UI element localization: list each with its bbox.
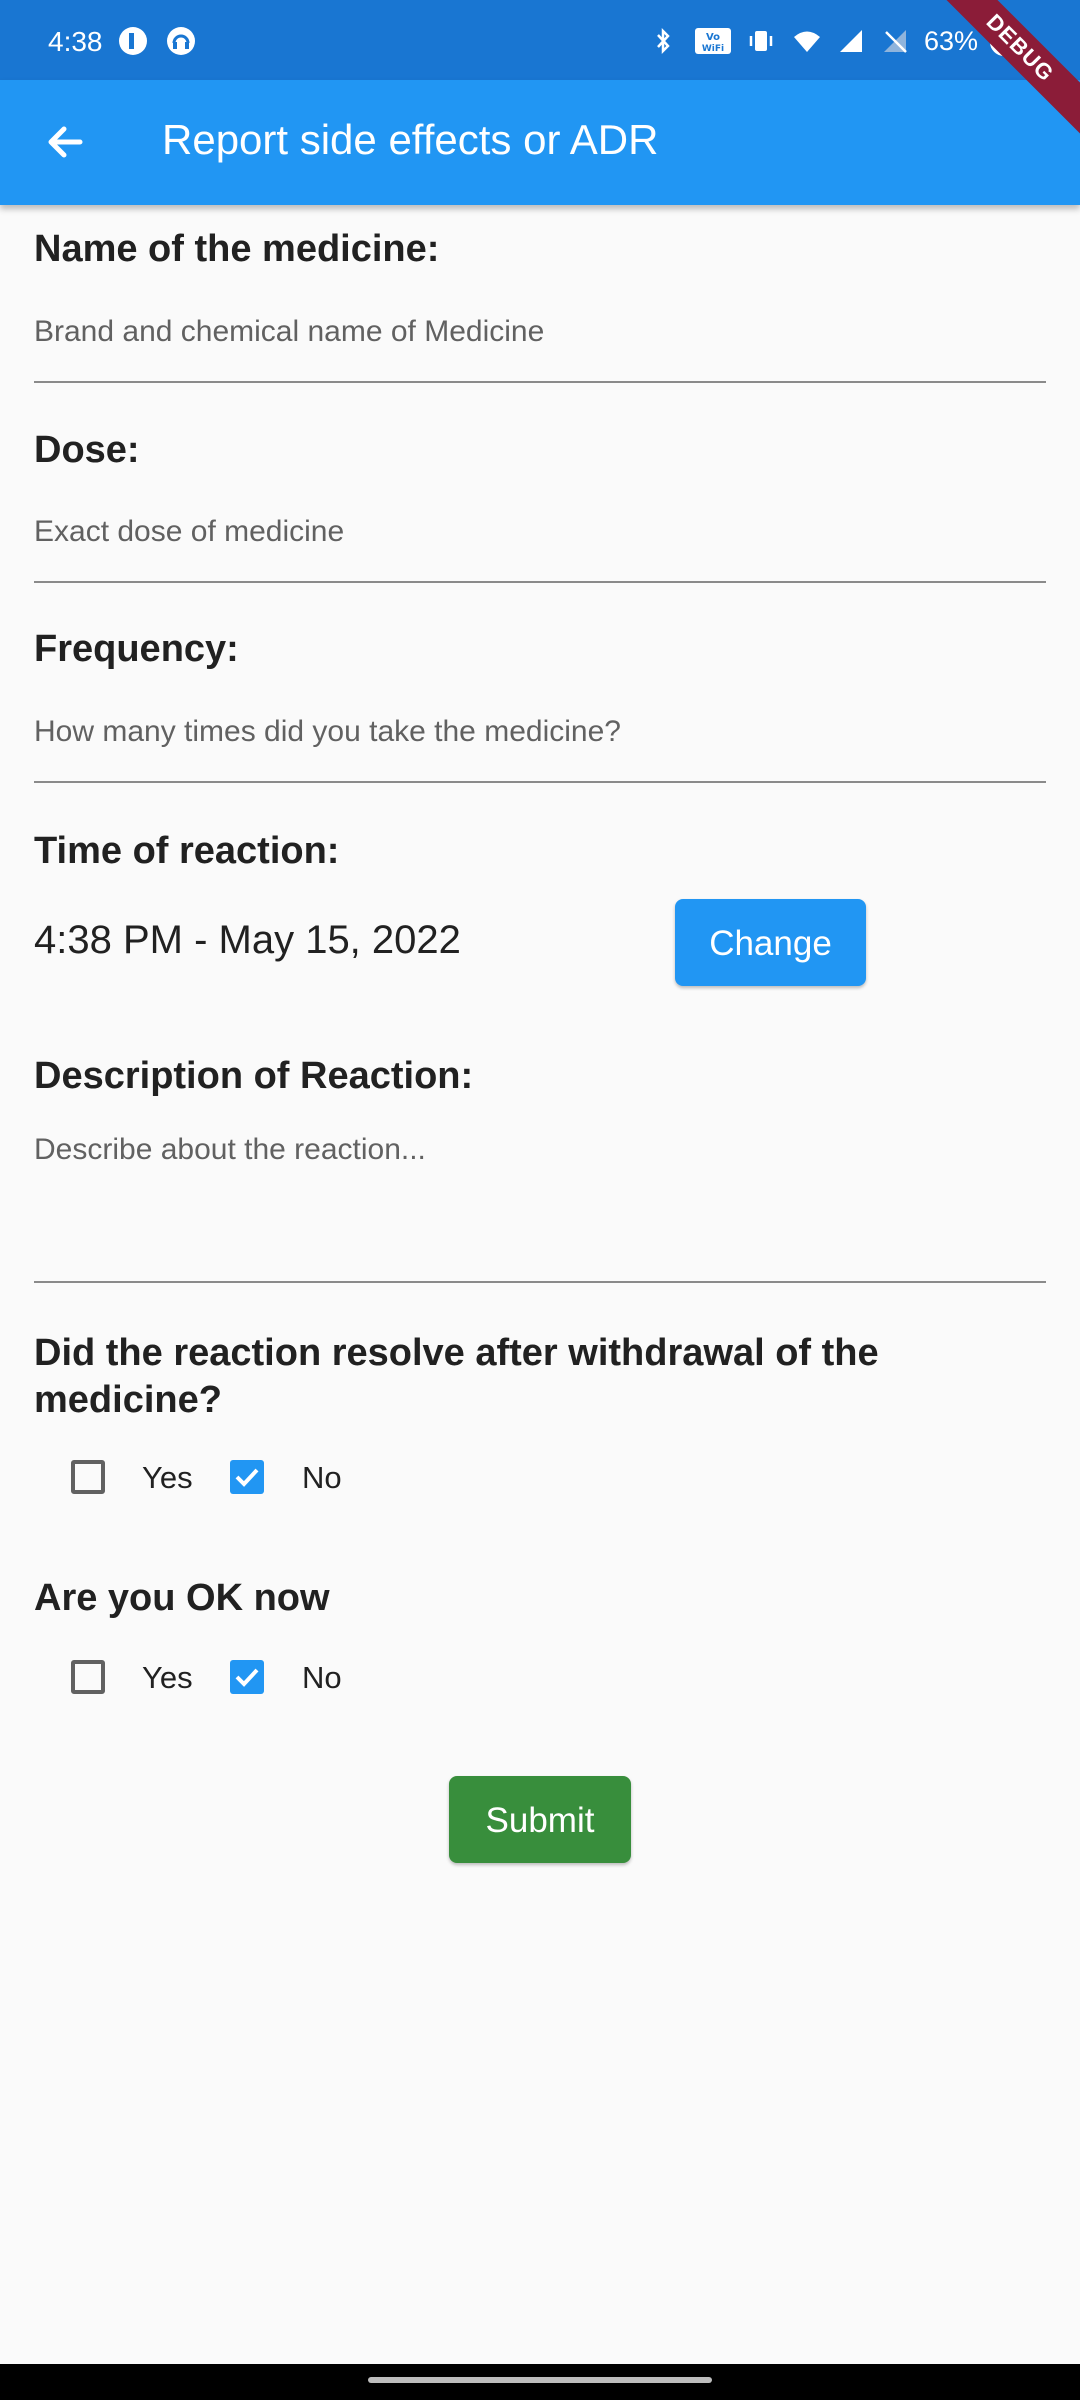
svg-text:Vo: Vo — [706, 32, 720, 43]
medicine-name-underline — [34, 381, 1046, 383]
frequency-input[interactable] — [34, 712, 1046, 752]
ok-now-yes-checkbox[interactable] — [71, 1660, 105, 1694]
checkmark-icon — [235, 1468, 259, 1487]
app-bar: Report side effects or ADR — [0, 80, 1080, 205]
vowifi-icon: Vo WiFi — [695, 28, 731, 54]
dose-input[interactable] — [34, 512, 1046, 552]
change-time-button[interactable]: Change — [675, 899, 866, 986]
back-arrow-icon[interactable] — [34, 110, 98, 174]
vibrate-icon — [749, 31, 773, 51]
time-of-reaction-value: 4:38 PM - May 15, 2022 — [34, 918, 461, 962]
dose-underline — [34, 581, 1046, 583]
notification-app-icon — [119, 27, 147, 55]
ok-now-question: Are you OK now — [34, 1577, 330, 1619]
page-title: Report side effects or ADR — [162, 116, 659, 163]
frequency-label: Frequency: — [34, 628, 239, 670]
description-input[interactable] — [34, 1130, 1046, 1250]
resolved-yes-checkbox[interactable] — [71, 1460, 105, 1494]
home-gesture-handle[interactable] — [368, 2377, 712, 2383]
system-nav-bar — [0, 2364, 1080, 2400]
status-bar: 4:38 Vo WiFi 63% — [0, 0, 1080, 80]
submit-button[interactable]: Submit — [449, 1776, 631, 1863]
ok-now-yes-label: Yes — [142, 1660, 193, 1695]
dose-label: Dose: — [34, 429, 140, 471]
battery-level: 63% — [924, 26, 979, 56]
checkmark-icon — [235, 1668, 259, 1687]
medicine-name-label: Name of the medicine: — [34, 228, 440, 270]
status-time: 4:38 — [48, 26, 103, 57]
time-of-reaction-label: Time of reaction: — [34, 830, 340, 872]
headset-icon — [167, 27, 195, 55]
medicine-name-input[interactable] — [34, 312, 1046, 352]
ok-now-no-checkbox[interactable] — [230, 1660, 264, 1694]
signal-icon — [840, 30, 862, 52]
resolved-no-checkbox[interactable] — [230, 1460, 264, 1494]
description-label: Description of Reaction: — [34, 1055, 474, 1097]
svg-text:WiFi: WiFi — [702, 44, 724, 54]
reaction-resolved-question: Did the reaction resolve after withdrawa… — [34, 1332, 879, 1421]
frequency-underline — [34, 781, 1046, 783]
ok-now-no-label: No — [302, 1660, 342, 1695]
resolved-no-label: No — [302, 1460, 342, 1495]
description-underline — [34, 1281, 1046, 1283]
resolved-yes-label: Yes — [142, 1460, 193, 1495]
bluetooth-icon — [657, 27, 670, 55]
wifi-icon — [794, 31, 820, 52]
no-signal-icon — [884, 30, 907, 53]
